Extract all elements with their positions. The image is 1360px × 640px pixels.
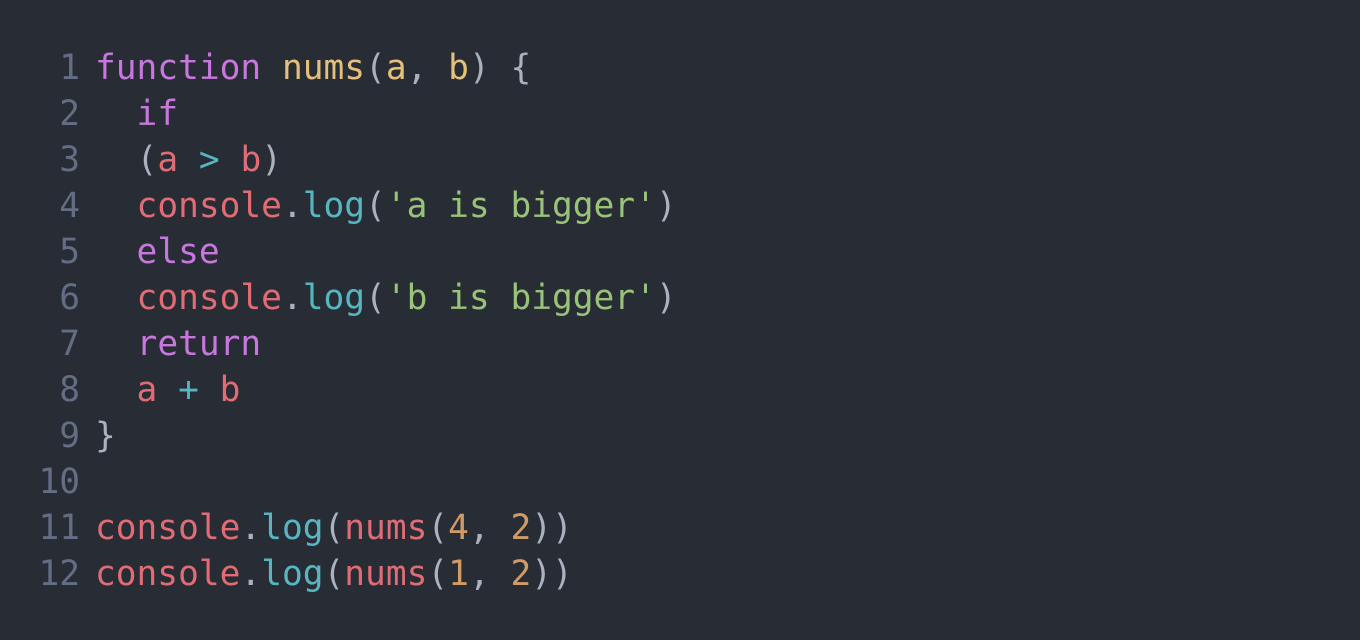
line-code: console.log(nums(1, 2)) (95, 551, 573, 597)
line-number: 3 (59, 140, 80, 180)
code-token: nums (344, 554, 428, 594)
code-token: b (219, 370, 241, 410)
code-token: . (240, 554, 262, 594)
code-token: . (281, 186, 303, 226)
line-number: 2 (59, 94, 80, 134)
code-token: log (302, 278, 366, 318)
code-token: , (468, 554, 511, 594)
line-code: function nums(a, b) { (95, 45, 531, 91)
line-number: 4 (59, 186, 80, 226)
line-code: (a > b) (95, 137, 282, 183)
code-token: )) (531, 554, 573, 594)
line-code: } (95, 413, 116, 459)
code-token: ( (427, 554, 449, 594)
code-token: ( (365, 186, 386, 226)
code-token: ) { (468, 48, 532, 88)
line-number: 11 (38, 508, 80, 548)
code-token: ( (365, 278, 386, 318)
line-number: 12 (38, 554, 80, 594)
line-code: else (95, 229, 220, 275)
code-token: b (448, 48, 469, 88)
code-token: log (302, 186, 366, 226)
line-code: return (95, 321, 262, 367)
code-token: )) (531, 508, 573, 548)
code-token: b (240, 140, 262, 180)
code-token: log (261, 554, 324, 594)
code-token: return (136, 324, 262, 364)
code-token: ) (655, 186, 677, 226)
code-token: 1 (448, 554, 469, 594)
code-token: ( (323, 554, 345, 594)
line-code: if (95, 91, 179, 137)
code-token: else (136, 232, 220, 272)
code-token: ( (365, 48, 386, 88)
code-token: . (281, 278, 303, 318)
line-number: 1 (59, 48, 80, 88)
code-token: console (136, 186, 282, 226)
code-token: console (136, 278, 282, 318)
code-token: 4 (448, 508, 469, 548)
code-token: a (157, 140, 179, 180)
code-token: 2 (510, 554, 532, 594)
code-token: , (468, 508, 511, 548)
code-token: ) (261, 140, 282, 180)
code-token: log (261, 508, 324, 548)
code-token: a (385, 48, 407, 88)
line-number: 9 (59, 416, 80, 456)
line-code: a + b (95, 367, 241, 413)
code-token: if (136, 94, 179, 134)
line-number: 10 (38, 462, 80, 502)
line-code: console.log(nums(4, 2)) (95, 505, 573, 551)
code-token: nums (344, 508, 428, 548)
line-number: 6 (59, 278, 80, 318)
line-number: 8 (59, 370, 80, 410)
code-token: ( (95, 140, 158, 180)
code-token: 'a is bigger' (385, 186, 656, 226)
line-number: 7 (59, 324, 80, 364)
code-token: ) (655, 278, 677, 318)
code-token: console (95, 554, 241, 594)
code-token: ( (427, 508, 449, 548)
line-code: console.log('a is bigger') (95, 183, 677, 229)
code-token: + (178, 370, 199, 410)
code-token: ( (323, 508, 345, 548)
line-code: console.log('b is bigger') (95, 275, 677, 321)
code-token: 2 (510, 508, 532, 548)
line-number: 5 (59, 232, 80, 272)
code-token: , (406, 48, 449, 88)
code-token: nums (281, 48, 366, 88)
code-token: a (136, 370, 158, 410)
code-editor[interactable]: 1 function nums(a, b) {2 if 3 (a > b) 4 con… (0, 0, 1360, 640)
code-token: } (95, 416, 116, 456)
code-token: 'b is bigger' (385, 278, 656, 318)
code-token: > (198, 140, 220, 180)
code-token: . (240, 508, 262, 548)
code-token: console (95, 508, 241, 548)
code-token: function (95, 48, 262, 88)
